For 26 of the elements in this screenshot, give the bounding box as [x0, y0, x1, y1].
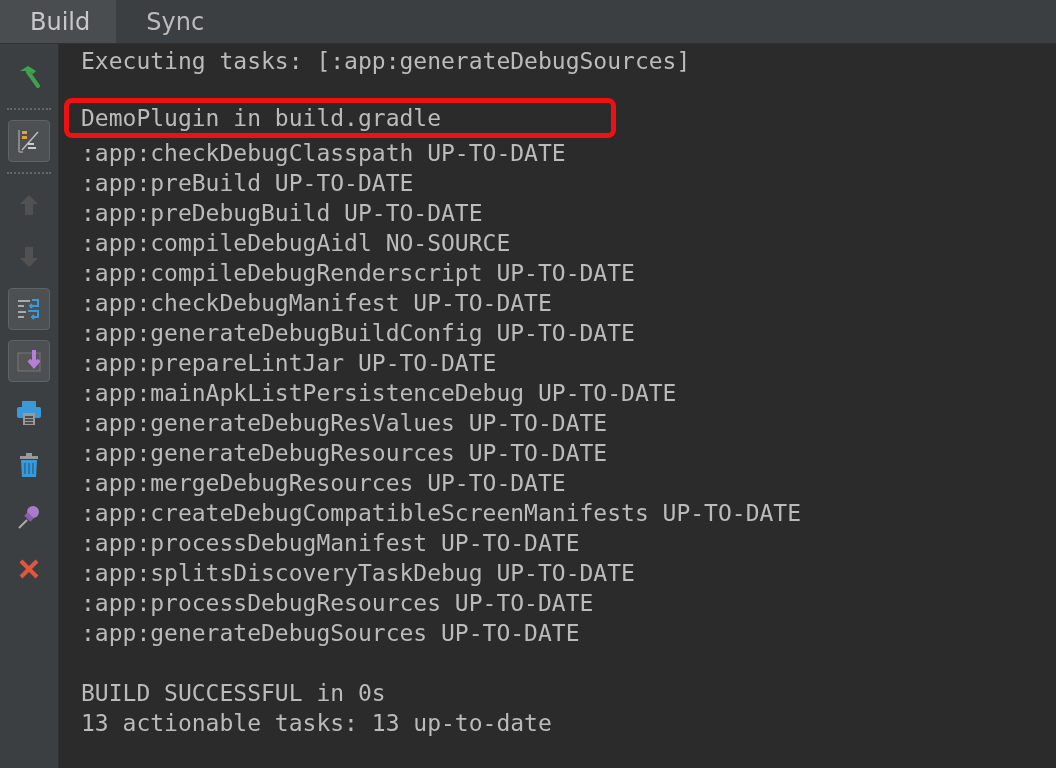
console-line: :app:processDebugManifest UP-TO-DATE	[81, 529, 580, 558]
console-line: Executing tasks: [:app:generateDebugSources]	[81, 47, 691, 76]
console-line: :app:generateDebugSources UP-TO-DATE	[81, 619, 580, 648]
console-line: :app:generateDebugBuildConfig UP-TO-DATE	[81, 319, 635, 348]
console-line: :app:generateDebugResValues UP-TO-DATE	[81, 409, 608, 438]
console-line: :app:checkDebugClasspath UP-TO-DATE	[81, 139, 566, 168]
tab[interactable]: Build	[0, 0, 117, 43]
console-line: :app:preBuild UP-TO-DATE	[81, 169, 414, 198]
console-line: :app:splitsDiscoveryTaskDebug UP-TO-DATE	[81, 559, 635, 588]
console-line: :app:mergeDebugResources UP-TO-DATE	[81, 469, 566, 498]
console-line: :app:prepareLintJar UP-TO-DATE	[81, 349, 497, 378]
console-line: :app:compileDebugAidl NO-SOURCE	[81, 229, 511, 258]
console-line: :app:checkDebugManifest UP-TO-DATE	[81, 289, 552, 318]
console-line: 13 actionable tasks: 13 up-to-date	[81, 709, 552, 738]
console-line: :app:generateDebugResources UP-TO-DATE	[81, 439, 608, 468]
console-line: :app:mainApkListPersistenceDebug UP-TO-DATE	[81, 379, 677, 408]
print-icon	[14, 398, 44, 428]
wrap-lines-button[interactable]	[8, 288, 50, 330]
soft-wrap-button[interactable]	[8, 120, 50, 162]
console-line: :app:compileDebugRenderscript UP-TO-DATE	[81, 259, 635, 288]
tab[interactable]: Sync	[116, 0, 231, 43]
console-line: :app:processDebugResources UP-TO-DATE	[81, 589, 594, 618]
console-line: BUILD SUCCESSFUL in 0s	[81, 679, 386, 708]
console-line: :app:preDebugBuild UP-TO-DATE	[81, 199, 483, 228]
console-line: :app:createDebugCompatibleScreenManifests UP-TO-DATE	[81, 499, 802, 528]
scroll-to-end-button[interactable]	[8, 340, 50, 382]
